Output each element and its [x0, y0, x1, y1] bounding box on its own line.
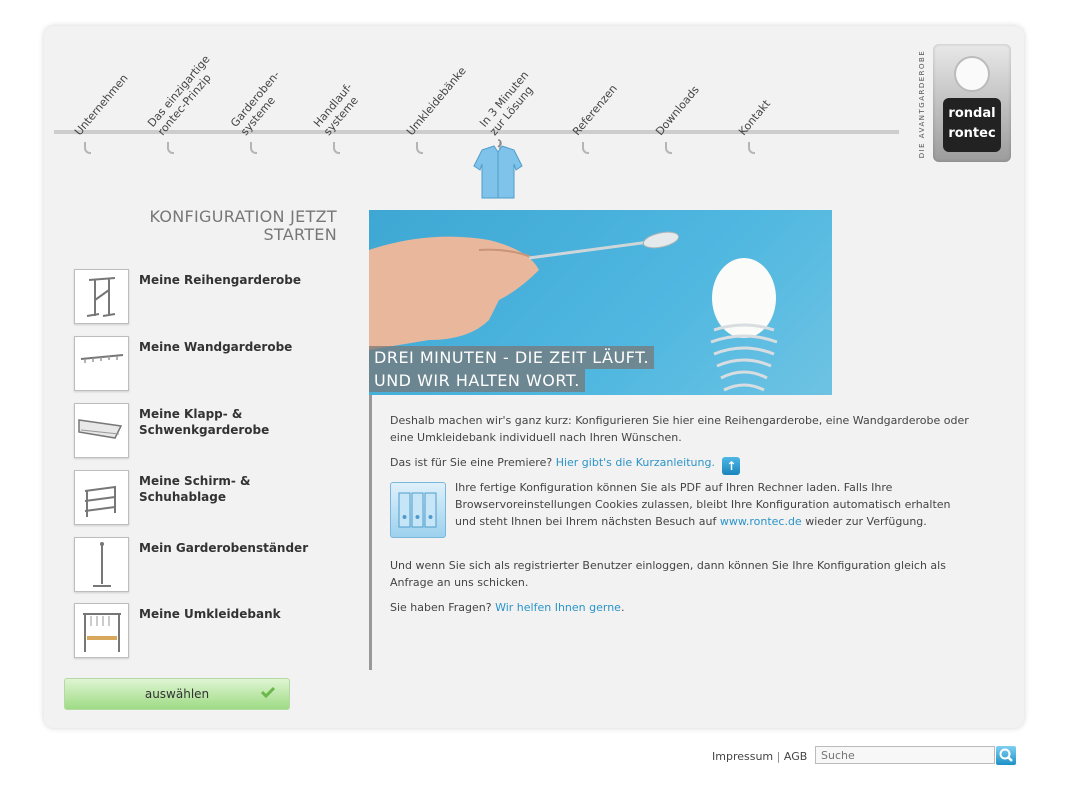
menu-label: Mein Garderobenständer — [139, 541, 309, 555]
search-button[interactable] — [996, 746, 1016, 765]
hook-icon — [84, 142, 91, 154]
hook-icon — [333, 142, 340, 154]
hook-icon — [416, 142, 423, 154]
nav-item-3-minuten[interactable]: In 3 Minuten zur Lösung — [473, 36, 553, 154]
kurzanleitung-link[interactable]: Hier gibt's die Kurzanleitung. — [556, 456, 715, 469]
help-link[interactable]: Wir helfen Ihnen gerne — [495, 601, 621, 614]
logo-wordmark: rondal rontec — [943, 98, 1001, 152]
nav-label: Unternehmen — [72, 71, 131, 138]
nav-item-downloads[interactable]: Downloads — [639, 36, 719, 154]
search-icon — [999, 748, 1013, 762]
config-item-klapp-schwenk[interactable]: Meine Klapp- & Schwenkgarderobe — [74, 403, 374, 459]
login-paragraph: Und wenn Sie sich als registrierter Benu… — [390, 559, 946, 589]
nav-label: In 3 Minuten zur Lösung — [477, 68, 536, 138]
nav-item-kontakt[interactable]: Kontakt — [722, 36, 802, 154]
check-icon — [261, 686, 275, 699]
umkleidebank-icon — [74, 603, 129, 658]
nav-label: Downloads — [653, 83, 702, 138]
search-input[interactable] — [815, 746, 995, 764]
main-frame: Unternehmen Das einzigartige rontec-Prin… — [44, 26, 1024, 728]
menu-label: Meine Klapp- & Schwenkgarderobe — [139, 407, 270, 437]
garderobenstaender-icon — [74, 537, 129, 592]
nav-label: Das einzigartige rontec-Prinzip — [145, 52, 214, 138]
hero-banner: DREI MINUTEN - DIE ZEIT LÄUFT. UND WIR H… — [369, 210, 832, 395]
nav-label: Garderoben- systeme — [228, 68, 283, 138]
hook-icon — [582, 142, 589, 154]
nav-label: Handlauf- systeme — [311, 80, 361, 138]
nav-item-handlaufsysteme[interactable]: Handlauf- systeme — [307, 36, 387, 154]
nav-label: Referenzen — [570, 82, 620, 138]
config-item-umkleidebank[interactable]: Meine Umkleidebank — [74, 603, 374, 659]
nav-label: Umkleidebänke — [404, 64, 469, 138]
schuhablage-icon — [74, 470, 129, 525]
config-item-schirm-schuh[interactable]: Meine Schirm- & Schuhablage — [74, 470, 374, 526]
logo-circle — [954, 56, 990, 92]
rontec-link[interactable]: www.rontec.de — [720, 515, 802, 528]
menu-label: Meine Schirm- & Schuhablage — [139, 474, 251, 504]
footer-separator: | — [776, 750, 781, 763]
shirt-icon — [473, 139, 523, 199]
select-button[interactable]: auswählen — [64, 678, 290, 710]
nav-item-unternehmen[interactable]: Unternehmen — [58, 36, 138, 154]
nav-item-umkleidebaenke[interactable]: Umkleidebänke — [390, 36, 470, 154]
logo[interactable]: rondal rontec — [933, 44, 1011, 162]
klappgarderobe-icon — [74, 403, 129, 458]
impressum-link[interactable]: Impressum — [712, 750, 773, 763]
agb-link[interactable]: AGB — [784, 750, 807, 763]
menu-label: Meine Umkleidebank — [139, 607, 281, 621]
info-icon[interactable]: ↑ — [722, 457, 741, 475]
questions-paragraph: Sie haben Fragen? Wir helfen Ihnen gerne… — [390, 601, 625, 614]
premiere-paragraph: Das ist für Sie eine Premiere? Hier gibt… — [390, 454, 972, 475]
nav-item-referenzen[interactable]: Referenzen — [556, 36, 636, 154]
wandgarderobe-icon — [74, 336, 129, 391]
nav-item-prinzip[interactable]: Das einzigartige rontec-Prinzip — [141, 36, 221, 154]
pdf-paragraph: Ihre fertige Konfiguration können Sie al… — [455, 481, 951, 528]
hook-icon — [748, 142, 755, 154]
hook-icon — [665, 142, 672, 154]
config-item-reihengarderobe[interactable]: Meine Reihengarderobe — [74, 269, 374, 325]
hero-headline: DREI MINUTEN - DIE ZEIT LÄUFT. UND WIR H… — [369, 346, 655, 392]
footer-links: Impressum | AGB — [712, 750, 807, 763]
menu-label: Meine Reihengarderobe — [139, 273, 301, 287]
nav-item-garderobensysteme[interactable]: Garderoben- systeme — [224, 36, 304, 154]
hook-icon — [250, 142, 257, 154]
config-title: KONFIGURATION JETZT STARTEN — [149, 207, 337, 244]
hook-icon — [167, 142, 174, 154]
folder-icon — [390, 482, 446, 538]
menu-label: Meine Wandgarderobe — [139, 340, 293, 354]
nav-label: Kontakt — [736, 97, 774, 138]
brand-tagline: DIE AVANTGARDEROBE — [918, 49, 926, 159]
config-item-wandgarderobe[interactable]: Meine Wandgarderobe — [74, 336, 374, 392]
intro-paragraph: Deshalb machen wir's ganz kurz: Konfigur… — [390, 414, 969, 444]
reihengarderobe-icon — [74, 269, 129, 324]
config-item-garderobenstaender[interactable]: Mein Garderobenständer — [74, 537, 374, 593]
